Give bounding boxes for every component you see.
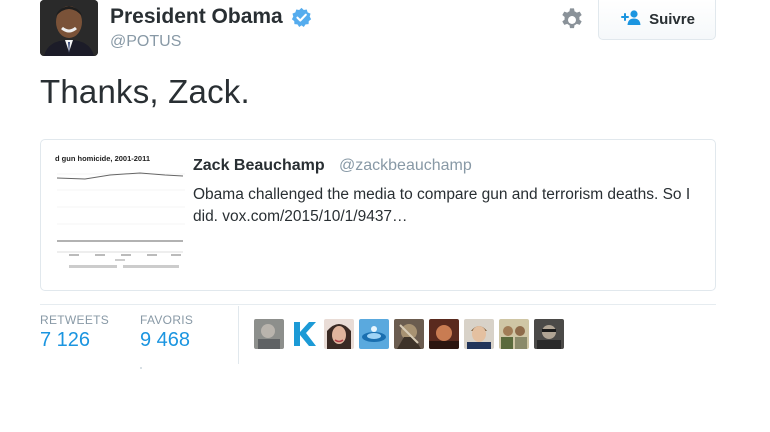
stats-divider [40,304,716,305]
gear-icon[interactable] [558,6,586,34]
favoriter-avatar[interactable] [289,319,319,349]
favoriter-avatar[interactable] [429,319,459,349]
favoriter-avatar[interactable] [254,319,284,349]
stats-separator [238,306,239,364]
tweet-text: Thanks, Zack. [40,73,250,110]
favoriter-avatar[interactable] [324,319,354,349]
retweets-count[interactable]: 7 126 [40,329,90,352]
follow-user-icon [619,9,641,30]
verified-badge-icon [291,7,312,28]
favoriter-avatar[interactable] [394,319,424,349]
favoriter-avatar[interactable] [464,319,494,349]
favoriter-avatar[interactable] [534,319,564,349]
stats-dot [140,367,142,369]
favoriter-avatar[interactable] [499,319,529,349]
favorites-label: FAVORIS [140,313,194,327]
favorites-count[interactable]: 9 468 [140,329,190,352]
quoted-author-name[interactable]: Zack Beauchamp [193,157,325,175]
retweets-label: RETWEETS [40,313,110,327]
quoted-tweet-thumbnail[interactable]: d gun homicide, 2001-2011 [55,152,195,277]
author-name[interactable]: President Obama [110,5,283,29]
author-handle[interactable]: @POTUS [110,33,181,51]
follow-button[interactable]: Suivre [598,0,716,40]
author-avatar[interactable] [40,0,98,56]
favoriter-avatar[interactable] [359,319,389,349]
thumbnail-chart-title: d gun homicide, 2001-2011 [55,154,151,163]
follow-button-label: Suivre [649,11,695,28]
quoted-author-handle[interactable]: @zackbeauchamp [339,157,472,175]
quoted-tweet-card[interactable]: d gun homicide, 2001-2011 Zack Beauchamp… [40,139,716,291]
favoriters-avatar-list [254,319,564,349]
quoted-tweet-text: Obama challenged the media to compare gu… [193,186,691,225]
